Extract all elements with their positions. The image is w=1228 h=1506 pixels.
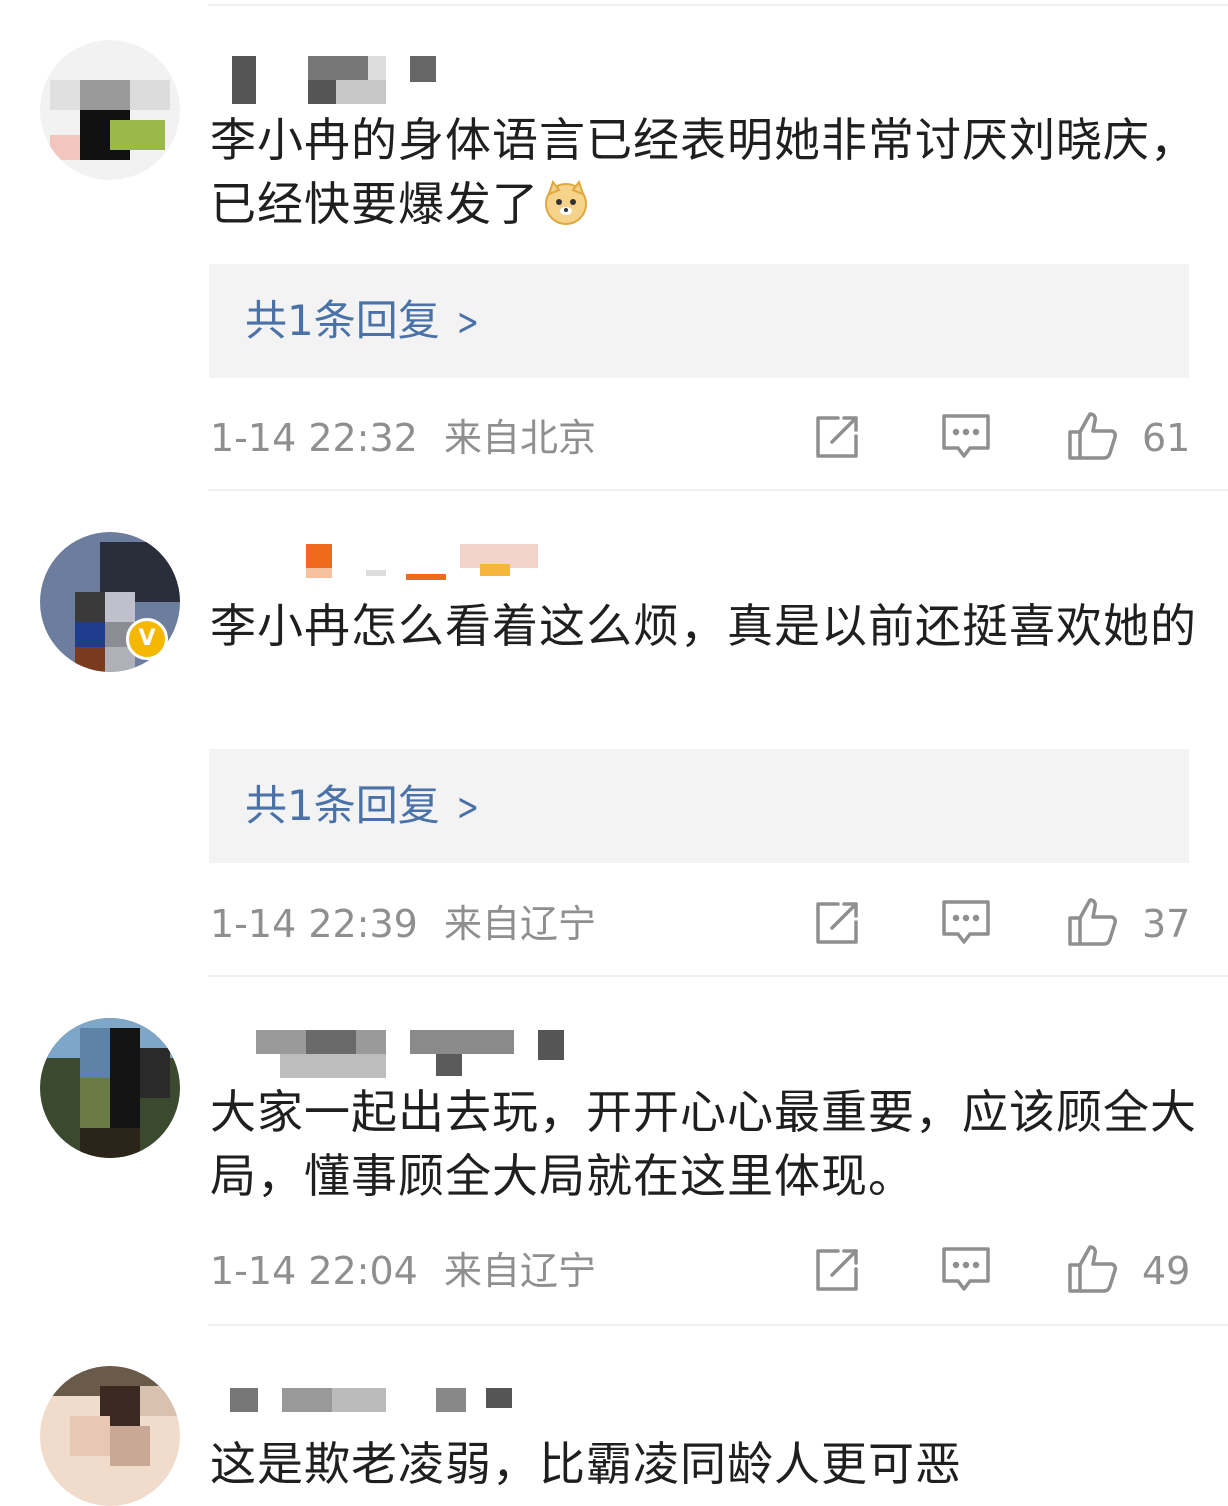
chevron-right-icon: > <box>456 300 479 344</box>
divider <box>208 1324 1228 1326</box>
reply-summary-box[interactable]: 共1条回复 > <box>209 749 1189 863</box>
chevron-right-icon: > <box>456 785 479 829</box>
verified-badge: V <box>126 618 168 660</box>
comment-text: 这是欺老凌弱，比霸凌同龄人更可恶 <box>210 1437 962 1491</box>
share-icon <box>816 902 858 944</box>
comment-text: 李小冉的身体语言已经表明她非常讨厌刘晓庆，已经快要爆发了 <box>210 108 1200 236</box>
comment-icon <box>942 1247 990 1291</box>
comment-time: 1-14 22:04 <box>210 1249 418 1293</box>
like-button[interactable] <box>1066 1241 1122 1297</box>
comment-time: 1-14 22:32 <box>210 416 418 460</box>
comment-button[interactable] <box>938 894 994 950</box>
share-icon <box>816 1249 858 1291</box>
comment-timestamp: 1-14 22:32 来自北京 <box>210 414 596 462</box>
share-icon <box>816 416 858 458</box>
like-count: 49 <box>1142 1249 1191 1293</box>
doge-emoji-icon <box>543 178 589 225</box>
comment-location: 来自辽宁 <box>443 1249 596 1293</box>
comment-text-content: 李小冉的身体语言已经表明她非常讨厌刘晓庆，已经快要爆发了 <box>210 113 1197 231</box>
share-button[interactable] <box>810 894 866 950</box>
comment-location: 来自辽宁 <box>443 902 596 946</box>
comment-timestamp: 1-14 22:39 来自辽宁 <box>210 900 596 948</box>
divider <box>208 489 1228 491</box>
avatar[interactable] <box>40 40 180 180</box>
comment-icon <box>942 900 990 944</box>
reply-summary-box[interactable]: 共1条回复 > <box>209 264 1189 378</box>
comment-button[interactable] <box>938 408 994 464</box>
comment-meta: 1-14 22:04 来自辽宁 49 <box>210 1241 1190 1301</box>
share-button[interactable] <box>810 408 866 464</box>
comment-button[interactable] <box>938 1241 994 1297</box>
like-button[interactable] <box>1066 408 1122 464</box>
comment-meta: 1-14 22:32 来自北京 61 <box>210 408 1190 468</box>
avatar[interactable] <box>40 1366 180 1506</box>
comment-text: 李小冉怎么看着这么烦，真是以前还挺喜欢她的 <box>210 599 1197 653</box>
view-replies-link[interactable]: 共1条回复 > <box>245 294 484 349</box>
like-icon <box>1068 1245 1117 1293</box>
like-count: 37 <box>1142 902 1191 946</box>
username-blurred[interactable] <box>210 540 610 600</box>
like-icon <box>1068 412 1117 460</box>
comment-timestamp: 1-14 22:04 来自辽宁 <box>210 1247 596 1295</box>
comment-meta: 1-14 22:39 来自辽宁 37 <box>210 894 1190 954</box>
comment-icon <box>942 414 990 458</box>
divider <box>208 4 1228 6</box>
view-replies-label: 共1条回复 <box>245 296 440 345</box>
divider <box>208 975 1228 977</box>
view-replies-label: 共1条回复 <box>245 781 440 830</box>
username-blurred[interactable] <box>210 52 610 112</box>
like-count: 61 <box>1142 416 1191 460</box>
share-button[interactable] <box>810 1241 866 1297</box>
view-replies-link[interactable]: 共1条回复 > <box>245 779 484 834</box>
like-icon <box>1068 898 1117 946</box>
like-button[interactable] <box>1066 894 1122 950</box>
avatar[interactable] <box>40 1018 180 1158</box>
comment-location: 来自北京 <box>443 416 596 460</box>
comment-text: 大家一起出去玩，开开心心最重要，应该顾全大局，懂事顾全大局就在这里体现。 <box>210 1085 1197 1203</box>
username-blurred[interactable] <box>210 1026 610 1086</box>
comment-time: 1-14 22:39 <box>210 902 418 946</box>
